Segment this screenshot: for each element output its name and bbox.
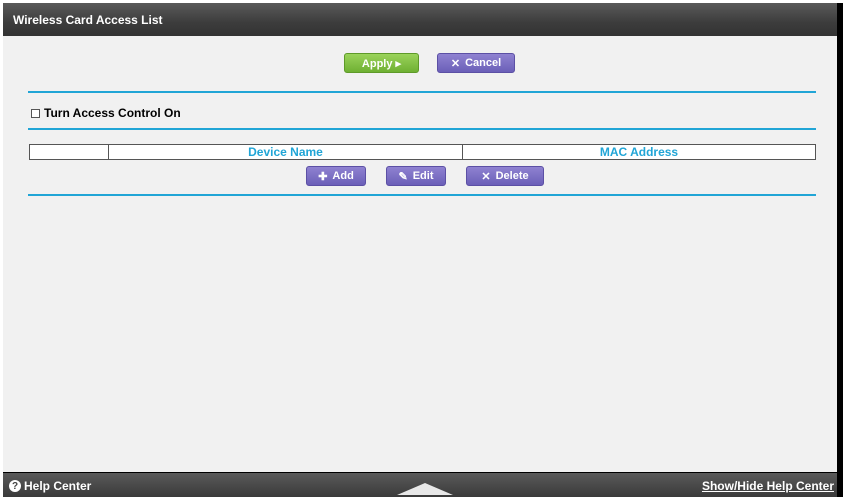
table-header-select (30, 145, 109, 159)
table-header-mac-address: MAC Address (599, 145, 679, 159)
page-title: Wireless Card Access List (13, 13, 163, 27)
cancel-button[interactable]: ✕ Cancel (437, 53, 515, 73)
footer-bar: ? Help Center Show/Hide Help Center (3, 473, 837, 497)
apply-button-label: Apply ▸ (361, 57, 402, 70)
divider (28, 128, 816, 130)
edit-button-label: Edit (412, 170, 434, 182)
delete-button-label: Delete (495, 170, 529, 182)
table-header-device-name: Device Name (109, 145, 463, 159)
cancel-button-label: Cancel (465, 57, 502, 69)
delete-button[interactable]: ✕ Delete (466, 166, 544, 186)
access-control-label: Turn Access Control On (44, 106, 181, 120)
help-center-link[interactable]: ? Help Center (9, 479, 91, 493)
close-icon: ✕ (450, 57, 461, 70)
plus-icon: ✚ (318, 170, 328, 183)
access-control-row: Turn Access Control On (31, 106, 181, 120)
access-control-checkbox[interactable] (31, 108, 40, 118)
edit-button[interactable]: ✎ Edit (386, 166, 446, 186)
help-panel-toggle-arrow[interactable] (397, 483, 453, 495)
title-bar: Wireless Card Access List (3, 3, 837, 36)
main-content: Apply ▸ ✕ Cancel Turn Access Control On … (3, 36, 837, 472)
show-hide-help-center-link[interactable]: Show/Hide Help Center (702, 479, 834, 493)
add-button-label: Add (332, 170, 354, 182)
divider (28, 91, 816, 93)
help-center-label: Help Center (24, 479, 92, 493)
access-list-table: Device Name MAC Address (29, 144, 816, 160)
apply-button[interactable]: Apply ▸ (344, 53, 419, 73)
question-icon: ? (9, 480, 21, 492)
close-icon: ✕ (481, 170, 491, 183)
pencil-icon: ✎ (398, 170, 408, 183)
add-button[interactable]: ✚ Add (306, 166, 366, 186)
divider (28, 194, 816, 196)
